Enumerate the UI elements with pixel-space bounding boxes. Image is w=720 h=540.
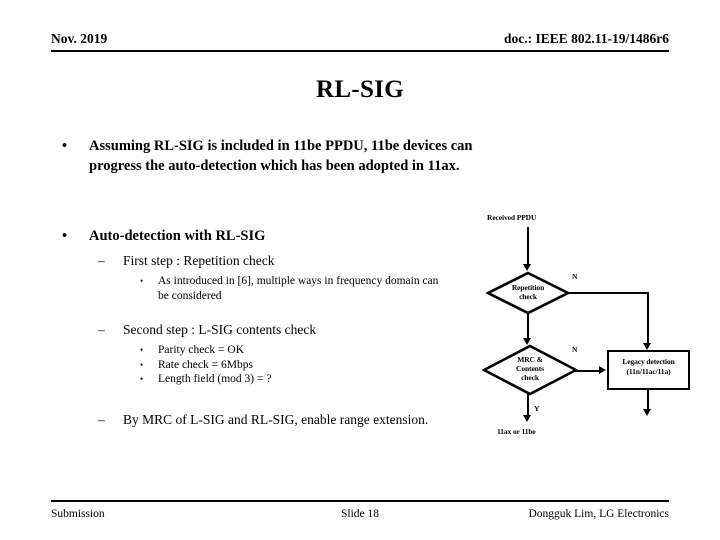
header-date: Nov. 2019 xyxy=(51,31,108,46)
slide: Nov. 2019 doc.: IEEE 802.11-19/1486r6 RL… xyxy=(0,0,720,540)
flow-connector-between-decisions xyxy=(527,312,529,338)
footer-author: Dongguk Lim, LG Electronics xyxy=(528,508,669,520)
bullet-rate-check-text: Rate check = 6Mbps xyxy=(158,358,253,371)
slide-footer: Slide 18 Submission Dongguk Lim, LG Elec… xyxy=(51,508,669,524)
flow-arrowhead-no-2 xyxy=(599,366,606,374)
bullet-marker: • xyxy=(140,276,144,286)
footer-submission: Submission xyxy=(51,508,105,520)
dash-marker: – xyxy=(98,253,105,268)
flow-connector-input xyxy=(527,227,529,265)
bullet-third-step: – By MRC of L-SIG and RL-SIG, enable ran… xyxy=(51,411,451,429)
bullet-parity-check-text: Parity check = OK xyxy=(158,344,245,356)
decision-repetition-check-label: Repetition check xyxy=(486,283,570,301)
bullet-length-field-text: Length field (mod 3) = ? xyxy=(158,373,272,385)
flow-branch-label-no-2: N xyxy=(572,345,578,354)
dash-marker: – xyxy=(98,412,105,427)
flow-arrowhead-input xyxy=(523,264,531,271)
bullet-level2: – First step : Repetition check xyxy=(51,252,481,270)
flow-connector-no-1-horizontal xyxy=(566,292,649,294)
bullet-level1: • Auto-detection with RL-SIG xyxy=(51,227,481,247)
bullet-intro-text: Assuming RL-SIG is included in 11be PPDU… xyxy=(89,138,473,174)
bullet-marker: • xyxy=(140,345,144,355)
bullet-level3: • Length field (mod 3) = ? xyxy=(51,372,451,387)
flow-arrowhead-yes xyxy=(523,415,531,422)
flow-arrowhead-legacy-output xyxy=(643,409,651,416)
decision-mrc-line2: Contents xyxy=(516,364,544,373)
decision-mrc-line3: check xyxy=(521,373,539,382)
bullet-level1: • Assuming RL-SIG is included in 11be PP… xyxy=(51,137,481,176)
bullet-second-step: – Second step : L-SIG contents check xyxy=(51,321,481,339)
bullet-level3: • As introduced in [6], multiple ways in… xyxy=(51,274,451,303)
flow-input-label: Received PPDU xyxy=(487,213,537,222)
flow-connector-no-1-vertical xyxy=(647,292,649,344)
flow-branch-label-no-1: N xyxy=(572,272,578,281)
bullet-first-step-detail: • As introduced in [6], multiple ways in… xyxy=(51,274,451,303)
bullet-second-step-details: • Parity check = OK • Rate check = 6Mbps… xyxy=(51,343,451,387)
bullet-marker: • xyxy=(62,228,68,244)
decision-repetition-check-line1: Repetition xyxy=(511,283,545,292)
bullet-third-step-text: By MRC of L-SIG and RL-SIG, enable range… xyxy=(123,412,429,427)
header-divider xyxy=(51,50,669,52)
bullet-intro: • Assuming RL-SIG is included in 11be PP… xyxy=(51,137,481,176)
decision-mrc-contents-check-label: MRC & Contents check xyxy=(482,355,578,382)
bullet-marker: • xyxy=(62,138,68,154)
page-title: RL-SIG xyxy=(316,76,404,103)
bullet-auto-detection: • Auto-detection with RL-SIG xyxy=(51,227,481,247)
decision-mrc-line1: MRC & xyxy=(517,355,543,364)
bullet-level2: – By MRC of L-SIG and RL-SIG, enable ran… xyxy=(51,411,451,429)
flow-connector-no-2-horizontal xyxy=(574,370,600,372)
bullet-level3: • Rate check = 6Mbps xyxy=(51,358,451,373)
bullet-second-step-text: Second step : L-SIG contents check xyxy=(123,322,317,337)
legacy-detection-line1: Legacy detection xyxy=(622,357,675,366)
bullet-level3: • Parity check = OK xyxy=(51,343,451,358)
flow-branch-label-yes: Y xyxy=(534,404,540,413)
flow-connector-legacy-output xyxy=(647,390,649,410)
footer-divider xyxy=(51,500,669,502)
bullet-first-step-detail-text: As introduced in [6], multiple ways in f… xyxy=(158,275,439,302)
dash-marker: – xyxy=(98,322,105,337)
bullet-marker: • xyxy=(140,374,144,384)
legacy-detection-label: Legacy detection (11n/11ac/11a) xyxy=(607,357,690,377)
bullet-first-step: – First step : Repetition check xyxy=(51,252,481,270)
bullet-marker: • xyxy=(140,359,144,370)
bullet-first-step-text: First step : Repetition check xyxy=(123,253,275,268)
flow-arrowhead-no-1 xyxy=(643,343,651,350)
bullet-level2: – Second step : L-SIG contents check xyxy=(51,321,481,339)
bullet-auto-detection-text: Auto-detection with RL-SIG xyxy=(89,228,266,244)
decision-repetition-check-line2: check xyxy=(519,292,537,301)
flow-connector-yes xyxy=(527,394,529,416)
auto-detection-flowchart: Received PPDU Repetition check N MRC & C… xyxy=(460,205,710,445)
legacy-detection-line2: (11n/11ac/11a) xyxy=(626,367,671,376)
flow-output-label: 11ax or 11be xyxy=(497,427,536,436)
header-document-id: doc.: IEEE 802.11-19/1486r6 xyxy=(503,31,669,46)
